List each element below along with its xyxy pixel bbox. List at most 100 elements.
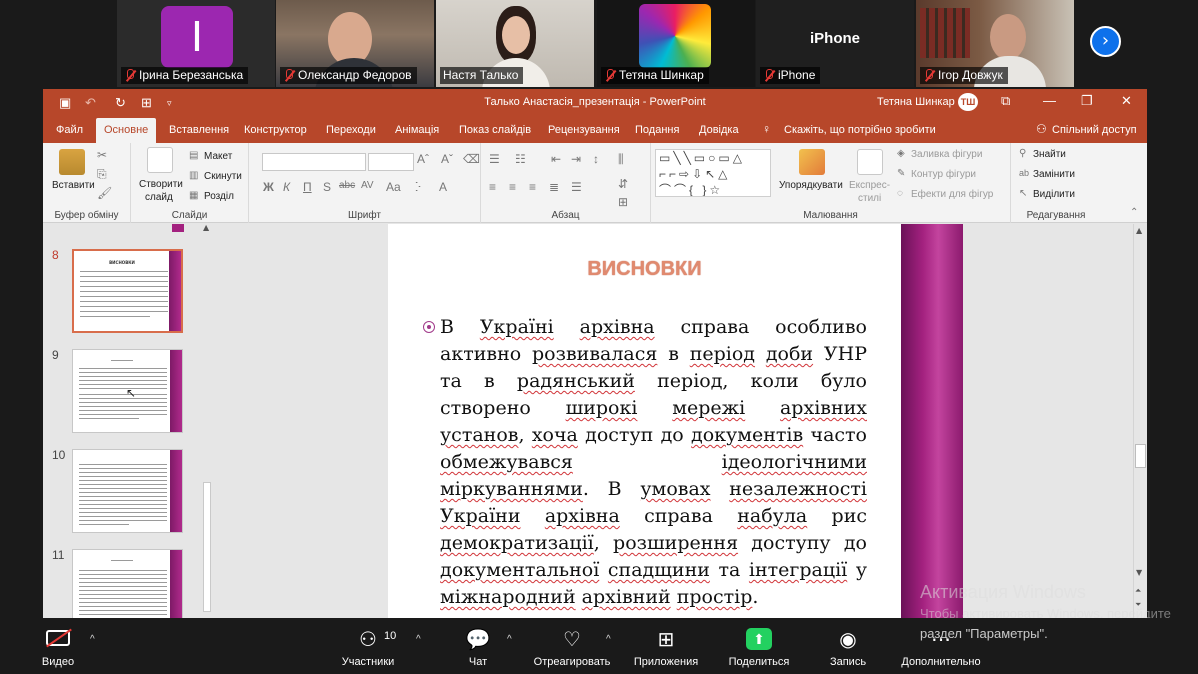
highlight-icon[interactable]: ⴾ: [415, 180, 421, 194]
paste-button-label[interactable]: Вставити: [52, 180, 95, 191]
slide-thumbnail[interactable]: [72, 549, 183, 618]
numbering-icon[interactable]: ☷: [515, 152, 526, 166]
shape-fill-button[interactable]: Заливка фігури: [911, 149, 982, 160]
react-button[interactable]: ♡ Отреагировать: [530, 618, 614, 674]
columns-icon[interactable]: ⫼: [618, 152, 624, 167]
select-button[interactable]: Виділити: [1033, 189, 1075, 200]
record-button[interactable]: ◉ Запись: [824, 618, 872, 674]
strikethrough-icon[interactable]: abc: [339, 180, 355, 191]
share-button[interactable]: Спільний доступ: [1052, 124, 1137, 136]
tab-transitions[interactable]: Переходи: [326, 124, 376, 136]
participant-tile[interactable]: I Ірина Березанська: [117, 0, 275, 87]
font-name-combo[interactable]: [262, 153, 366, 171]
copy-icon[interactable]: ⎘: [97, 167, 107, 182]
decrease-indent-icon[interactable]: ⇤: [551, 152, 561, 166]
shape-outline-button[interactable]: Контур фігури: [911, 169, 976, 180]
scroll-up-icon[interactable]: ▲: [203, 223, 209, 232]
participant-tile[interactable]: Тетяна Шинкар: [597, 0, 755, 87]
smartart-icon[interactable]: ⊞: [618, 195, 628, 209]
slide-thumbnail[interactable]: [72, 449, 183, 533]
quick-styles-label[interactable]: Експрес-: [849, 180, 890, 191]
scrollbar-thumb[interactable]: [203, 482, 211, 612]
arrange-icon[interactable]: [799, 149, 825, 175]
participant-tile-active-speaker[interactable]: Настя Талько: [436, 0, 594, 87]
change-case-icon[interactable]: Aa: [386, 180, 401, 194]
layout-button[interactable]: Макет: [204, 151, 232, 162]
new-slide-icon[interactable]: [147, 147, 173, 173]
shrink-font-icon[interactable]: Aˇ: [441, 152, 453, 166]
shapes-gallery[interactable]: ▭╲╲▭○▭△ ⌐⌐⇨⇩↖△ ⌒⌒{ }☆: [655, 149, 771, 197]
format-painter-icon[interactable]: 🖌: [97, 186, 112, 200]
quick-styles-icon[interactable]: [857, 149, 883, 175]
video-button[interactable]: Видео: [30, 618, 86, 674]
tell-me-search[interactable]: Скажіть, що потрібно зробити: [784, 124, 936, 136]
reset-button[interactable]: Скинути: [204, 171, 242, 182]
restore-icon[interactable]: ❐: [1081, 93, 1093, 109]
new-slide-label[interactable]: Створити: [139, 179, 183, 190]
slide-title[interactable]: ВИСНОВКИ: [388, 258, 901, 281]
quick-styles-label-2[interactable]: стилі: [858, 193, 881, 204]
align-center-icon[interactable]: ≡: [509, 180, 516, 194]
italic-icon[interactable]: К: [283, 180, 290, 194]
font-size-combo[interactable]: [368, 153, 414, 171]
chat-options-caret-icon[interactable]: ^: [507, 634, 512, 645]
participants-button[interactable]: ⚇ 10 Участники: [336, 618, 400, 674]
minimize-icon[interactable]: —: [1043, 93, 1056, 108]
bullets-icon[interactable]: ☰: [489, 152, 500, 166]
underline-icon[interactable]: П: [303, 180, 312, 194]
increase-indent-icon[interactable]: ⇥: [571, 152, 581, 166]
editor-scrollbar[interactable]: ▲ ▼ ⏶ ⏷: [1133, 224, 1147, 618]
slide-canvas[interactable]: ВИСНОВКИ В Україні архівна справа особли…: [388, 224, 963, 618]
bold-icon[interactable]: Ж: [263, 180, 274, 194]
new-slide-label-2[interactable]: слайд: [145, 192, 173, 203]
scroll-down-icon[interactable]: ▼: [1136, 568, 1142, 577]
clear-format-icon[interactable]: ⌫: [463, 152, 480, 166]
shape-effects-button[interactable]: Ефекти для фігур: [911, 189, 993, 200]
grow-font-icon[interactable]: Aˆ: [417, 152, 429, 166]
chat-button[interactable]: 💬 Чат: [455, 618, 501, 674]
close-icon[interactable]: ✕: [1121, 93, 1132, 109]
find-button[interactable]: Знайти: [1033, 149, 1066, 160]
distributed-icon[interactable]: ☰: [571, 180, 582, 194]
tab-design[interactable]: Конструктор: [244, 124, 307, 136]
char-spacing-icon[interactable]: AV: [361, 180, 374, 191]
tab-review[interactable]: Рецензування: [548, 124, 620, 136]
next-participants-button[interactable]: ›: [1090, 26, 1121, 57]
justify-icon[interactable]: ≣: [549, 180, 559, 194]
cut-icon[interactable]: ✂: [97, 148, 107, 162]
slide-thumbnail[interactable]: ВИСНОВКИ: [72, 249, 183, 333]
scrollbar-thumb[interactable]: [1135, 444, 1146, 468]
slide-body-text[interactable]: В Україні архівна справа особливо активн…: [423, 314, 867, 611]
tab-view[interactable]: Подання: [635, 124, 679, 136]
tab-slideshow[interactable]: Показ слайдів: [459, 124, 531, 136]
align-right-icon[interactable]: ≡: [529, 180, 536, 194]
tab-insert[interactable]: Вставлення: [169, 124, 229, 136]
section-button[interactable]: Розділ: [204, 191, 234, 202]
collapse-ribbon-icon[interactable]: ⌃: [1130, 207, 1138, 218]
react-options-caret-icon[interactable]: ^: [606, 634, 611, 645]
ribbon-display-icon[interactable]: ⧉: [1001, 93, 1010, 109]
participant-tile[interactable]: iPhone iPhone: [756, 0, 914, 87]
slide-thumbnail[interactable]: ↖: [72, 349, 183, 433]
participant-tile[interactable]: Ігор Довжук: [916, 0, 1074, 87]
font-color-icon[interactable]: A: [439, 180, 447, 194]
replace-button[interactable]: Замінити: [1033, 169, 1075, 180]
tab-animations[interactable]: Анімація: [395, 124, 439, 136]
previous-slide-icon[interactable]: ⏶: [1135, 586, 1141, 596]
shadow-icon[interactable]: S: [323, 180, 331, 194]
tab-file[interactable]: Файл: [56, 124, 83, 136]
tab-help[interactable]: Довідка: [699, 124, 739, 136]
scroll-up-icon[interactable]: ▲: [1136, 226, 1142, 235]
arrange-button[interactable]: Упорядкувати: [779, 180, 843, 191]
align-left-icon[interactable]: ≡: [489, 180, 496, 194]
participant-tile[interactable]: Олександр Федоров: [276, 0, 434, 87]
paste-icon[interactable]: [59, 149, 85, 175]
user-avatar[interactable]: ТШ: [958, 93, 978, 111]
user-name[interactable]: Тетяна Шинкар: [877, 96, 955, 108]
participants-options-caret-icon[interactable]: ^: [416, 634, 421, 645]
video-options-caret-icon[interactable]: ^: [90, 634, 95, 645]
tab-home[interactable]: Основне: [96, 118, 157, 143]
text-direction-icon[interactable]: ⇵: [618, 177, 628, 191]
thumbnails-scrollbar[interactable]: ▲: [201, 223, 213, 618]
apps-button[interactable]: ⊞ Приложения: [630, 618, 702, 674]
